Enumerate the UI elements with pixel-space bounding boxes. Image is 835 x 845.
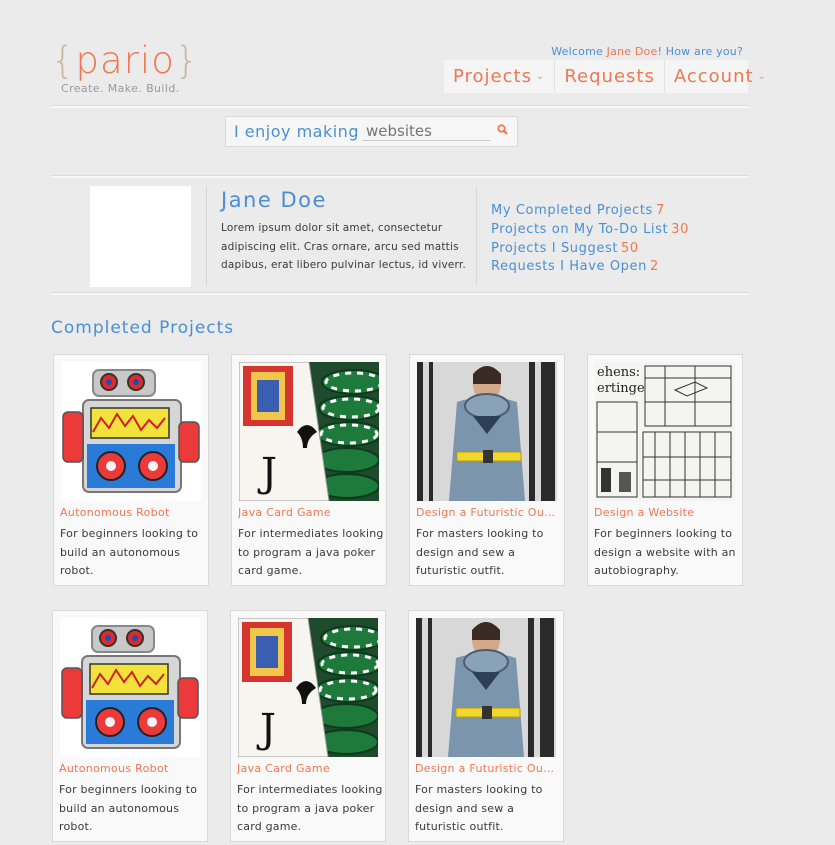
project-card-description: For beginners looking to build an autono… bbox=[60, 527, 199, 577]
project-card-description: For masters looking to design and sew a … bbox=[416, 527, 544, 577]
nav-account[interactable]: Account ⌄ bbox=[665, 60, 776, 93]
project-card-title[interactable]: Java Card Game bbox=[237, 762, 379, 775]
divider bbox=[51, 175, 749, 178]
divider bbox=[206, 186, 207, 286]
stat-open-requests[interactable]: Requests I Have Open 2 bbox=[491, 258, 689, 277]
project-card[interactable]: Autonomous Robot For beginners looking to… bbox=[53, 354, 209, 586]
search-icon[interactable] bbox=[494, 121, 512, 139]
fashion-image[interactable] bbox=[416, 618, 556, 757]
stat-completed-projects[interactable]: My Completed Projects 7 bbox=[491, 202, 689, 221]
chevron-down-icon: ⌄ bbox=[757, 71, 767, 82]
project-card-title[interactable]: Autonomous Robot bbox=[59, 762, 201, 775]
stat-todo-projects[interactable]: Projects on My To-Do List 30 bbox=[491, 221, 689, 240]
fashion-image[interactable] bbox=[417, 362, 557, 501]
search-input[interactable] bbox=[362, 121, 490, 141]
profile-name: Jane Doe bbox=[221, 188, 327, 212]
project-card-title[interactable]: Java Card Game bbox=[238, 506, 380, 519]
robot-image[interactable] bbox=[61, 362, 201, 501]
project-card[interactable]: J Java Card Game For intermediates lookin… bbox=[231, 354, 387, 586]
project-card-description: For beginners looking to design a websit… bbox=[594, 527, 736, 577]
search-label: I enjoy making bbox=[234, 122, 359, 141]
divider bbox=[51, 292, 749, 295]
project-card-title[interactable]: Autonomous Robot bbox=[60, 506, 202, 519]
svg-text:ehens:: ehens: bbox=[597, 365, 640, 380]
divider bbox=[51, 105, 749, 108]
svg-text:ertinge: ertinge bbox=[597, 381, 645, 396]
project-card-description: For beginners looking to build an autono… bbox=[59, 783, 198, 833]
welcome-message: Welcome Jane Doe! How are you? bbox=[551, 45, 743, 58]
welcome-user-link[interactable]: Jane Doe bbox=[607, 45, 658, 58]
project-card-description: For intermediates looking to program a j… bbox=[237, 783, 383, 833]
project-card-title[interactable]: Design a Website bbox=[594, 506, 736, 519]
logo[interactable]: {pario} bbox=[51, 38, 199, 84]
cards-image[interactable]: J bbox=[238, 618, 378, 757]
nav-projects[interactable]: Projects ⌄ bbox=[444, 60, 556, 93]
project-card-title[interactable]: Design a Futuristic Outfit bbox=[416, 506, 558, 519]
project-card[interactable]: Autonomous Robot For beginners looking to… bbox=[52, 610, 208, 842]
profile-stats: My Completed Projects 7 Projects on My To… bbox=[491, 202, 689, 277]
project-card-description: For masters looking to design and sew a … bbox=[415, 783, 543, 833]
project-card[interactable]: ehens: ertinge Design a Website For begin… bbox=[587, 354, 743, 586]
chevron-down-icon: ⌄ bbox=[535, 71, 546, 82]
cards-image[interactable]: J bbox=[239, 362, 379, 501]
profile-bio: Lorem ipsum dolor sit amet, consectetur … bbox=[221, 222, 466, 271]
project-card[interactable]: Design a Futuristic Outfit For masters lo… bbox=[409, 354, 565, 586]
search-bar: I enjoy making bbox=[225, 116, 518, 147]
sketch-image[interactable]: ehens: ertinge bbox=[595, 362, 735, 501]
project-card[interactable]: J Java Card Game For intermediates lookin… bbox=[230, 610, 386, 842]
logo-text: pario bbox=[75, 39, 175, 82]
project-card-description: For intermediates looking to program a j… bbox=[238, 527, 384, 577]
stat-suggested-projects[interactable]: Projects I Suggest 50 bbox=[491, 240, 689, 259]
robot-image[interactable] bbox=[60, 618, 200, 757]
nav-requests[interactable]: Requests bbox=[555, 60, 665, 93]
project-card[interactable]: Design a Futuristic Outfit For masters lo… bbox=[408, 610, 564, 842]
main-nav: Projects ⌄ Requests Account ⌄ bbox=[444, 60, 766, 93]
divider bbox=[476, 186, 477, 286]
section-title: Completed Projects bbox=[51, 318, 235, 338]
project-card-title[interactable]: Design a Futuristic Outfit bbox=[415, 762, 557, 775]
avatar[interactable] bbox=[90, 186, 191, 287]
tagline: Create. Make. Build. bbox=[61, 82, 180, 95]
